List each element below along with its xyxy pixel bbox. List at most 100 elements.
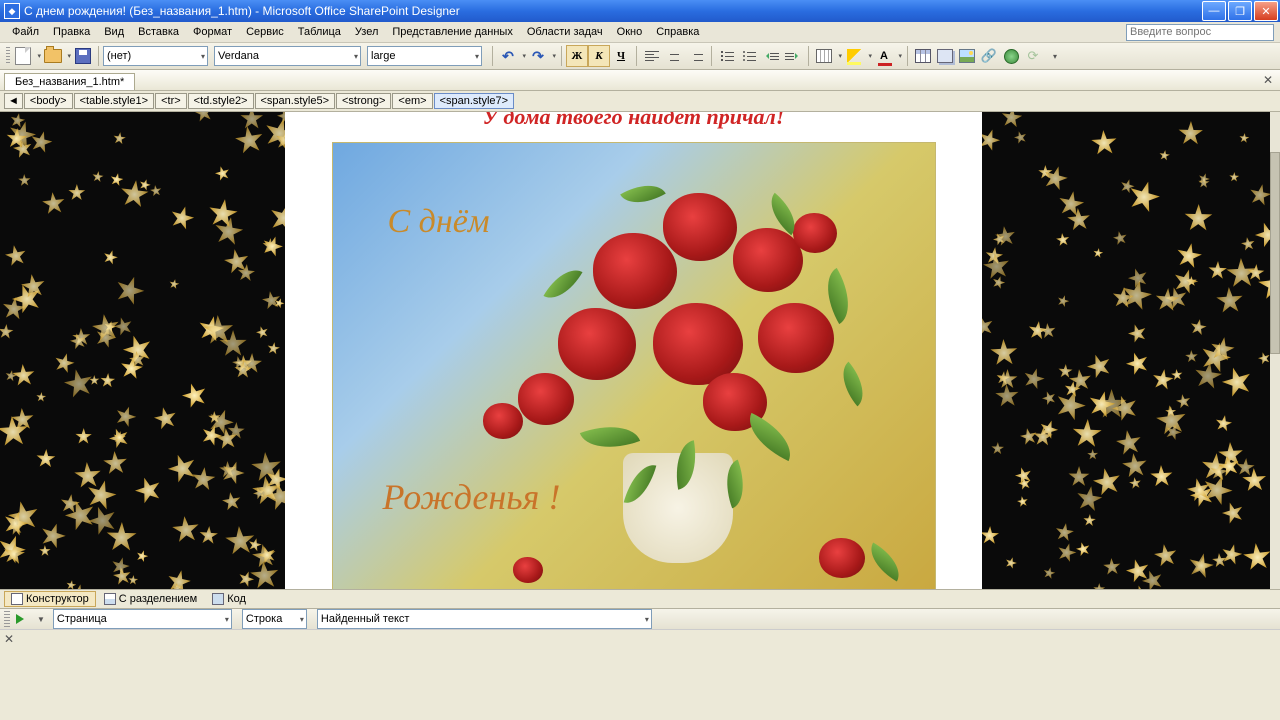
find-options-dropdown[interactable]: ▼: [33, 615, 49, 624]
new-page-icon: [15, 47, 31, 65]
insert-image-button[interactable]: [956, 45, 978, 67]
breadcrumb-body[interactable]: <body>: [24, 93, 73, 109]
menu-tools[interactable]: Сервис: [240, 24, 290, 40]
findbar-grip-icon[interactable]: [4, 611, 10, 627]
insert-hyperlink-button[interactable]: 🔗: [978, 45, 1000, 67]
menu-format[interactable]: Формат: [187, 24, 238, 40]
image-icon: [959, 49, 975, 63]
italic-button[interactable]: К: [588, 45, 610, 67]
size-value: large: [371, 50, 395, 62]
file-tab-bar: Без_названия_1.htm* ✕: [0, 70, 1280, 91]
breadcrumb-td[interactable]: <td.style2>: [188, 93, 254, 109]
table-icon: [915, 49, 931, 63]
outdent-button[interactable]: [760, 45, 782, 67]
breadcrumb-back[interactable]: ◄: [4, 93, 23, 109]
menu-edit[interactable]: Правка: [47, 24, 96, 40]
open-folder-icon: [44, 49, 62, 63]
size-combo[interactable]: large: [367, 46, 482, 66]
breadcrumb-tr[interactable]: <tr>: [155, 93, 187, 109]
menu-help[interactable]: Справка: [650, 24, 705, 40]
menu-node[interactable]: Узел: [349, 24, 384, 40]
find-line-combo[interactable]: Строка: [242, 609, 307, 629]
greeting-card-image[interactable]: С днём Рожденья !: [332, 142, 936, 589]
numbered-list-button[interactable]: [716, 45, 738, 67]
view-code-button[interactable]: Код: [205, 591, 253, 607]
redo-button[interactable]: ↷: [527, 45, 549, 67]
insert-table-button[interactable]: [912, 45, 934, 67]
align-left-icon: [645, 51, 659, 61]
close-button[interactable]: ✕: [1254, 1, 1278, 21]
indent-button[interactable]: [782, 45, 804, 67]
menu-insert[interactable]: Вставка: [132, 24, 185, 40]
align-right-button[interactable]: [685, 45, 707, 67]
view-designer-button[interactable]: Конструктор: [4, 591, 96, 607]
open-button[interactable]: [42, 45, 64, 67]
maximize-button[interactable]: ❐: [1228, 1, 1252, 21]
scrollbar-thumb[interactable]: [1270, 152, 1280, 354]
find-page-label: Страница: [57, 613, 107, 625]
page-background-left: [0, 112, 285, 589]
separator: [711, 46, 712, 66]
findbar-close-row: ✕: [0, 629, 1280, 647]
menu-file[interactable]: Файл: [6, 24, 45, 40]
align-center-button[interactable]: [663, 45, 685, 67]
help-search-input[interactable]: [1126, 24, 1274, 41]
menu-table[interactable]: Таблица: [292, 24, 347, 40]
breadcrumb-em[interactable]: <em>: [392, 93, 432, 109]
numbered-list-icon: [721, 51, 734, 61]
breadcrumb-span7[interactable]: <span.style7>: [434, 93, 515, 109]
view-switch-bar: Конструктор С разделением Код: [0, 589, 1280, 608]
bouquet-illustration: [463, 173, 883, 543]
highlight-button[interactable]: [843, 45, 865, 67]
font-color-icon: A: [880, 50, 888, 62]
borders-button[interactable]: [813, 45, 835, 67]
window-title: С днем рождения! (Без_названия_1.htm) - …: [24, 4, 1202, 18]
style-combo[interactable]: (нет): [103, 46, 208, 66]
minimize-button[interactable]: —: [1202, 1, 1226, 21]
bullet-list-button[interactable]: [738, 45, 760, 67]
bold-button[interactable]: Ж: [566, 45, 588, 67]
view-split-button[interactable]: С разделением: [97, 591, 205, 607]
find-page-combo[interactable]: Страница: [53, 609, 232, 629]
menu-data-presentation[interactable]: Представление данных: [386, 24, 518, 40]
headline-text[interactable]: У дома твоего найдет причал!: [285, 112, 982, 130]
redo-icon: ↷: [532, 48, 544, 65]
find-run-button[interactable]: [14, 614, 29, 624]
new-button[interactable]: [12, 45, 34, 67]
toolbar-grip-icon[interactable]: [6, 47, 10, 65]
find-bar: ▼ Страница Строка Найденный текст: [0, 608, 1280, 629]
menu-view[interactable]: Вид: [98, 24, 130, 40]
design-canvas[interactable]: У дома твоего найдет причал! С днём Рожд…: [0, 112, 1280, 589]
bold-icon: Ж: [572, 50, 583, 62]
underline-button[interactable]: Ч: [610, 45, 632, 67]
page-content-cell[interactable]: У дома твоего найдет причал! С днём Рожд…: [285, 112, 982, 589]
align-left-button[interactable]: [641, 45, 663, 67]
separator: [561, 46, 562, 66]
separator: [808, 46, 809, 66]
breadcrumb-table[interactable]: <table.style1>: [74, 93, 155, 109]
menu-task-panes[interactable]: Области задач: [521, 24, 609, 40]
insert-layer-button[interactable]: [934, 45, 956, 67]
breadcrumb-span5[interactable]: <span.style5>: [255, 93, 336, 109]
font-color-button[interactable]: A: [873, 45, 895, 67]
view-split-label: С разделением: [119, 593, 198, 605]
toolbar-options-button[interactable]: ▾: [1044, 45, 1066, 67]
undo-button[interactable]: ↶: [497, 45, 519, 67]
font-combo[interactable]: Verdana: [214, 46, 361, 66]
findbar-close-button[interactable]: ✕: [4, 632, 14, 646]
menu-window[interactable]: Окно: [611, 24, 649, 40]
preview-browser-button[interactable]: [1000, 45, 1022, 67]
breadcrumb-strong[interactable]: <strong>: [336, 93, 391, 109]
save-button[interactable]: [72, 45, 94, 67]
code-view-icon: [212, 593, 224, 605]
app-icon: ◆: [4, 3, 20, 19]
file-tab[interactable]: Без_названия_1.htm*: [4, 73, 135, 90]
close-file-button[interactable]: ✕: [1260, 72, 1276, 88]
align-center-icon: [667, 51, 681, 61]
align-right-icon: [689, 51, 703, 61]
vertical-scrollbar[interactable]: [1270, 112, 1280, 589]
designer-view-icon: [11, 593, 23, 605]
separator: [907, 46, 908, 66]
find-found-text-combo[interactable]: Найденный текст: [317, 609, 652, 629]
refresh-button[interactable]: ⟳: [1022, 45, 1044, 67]
